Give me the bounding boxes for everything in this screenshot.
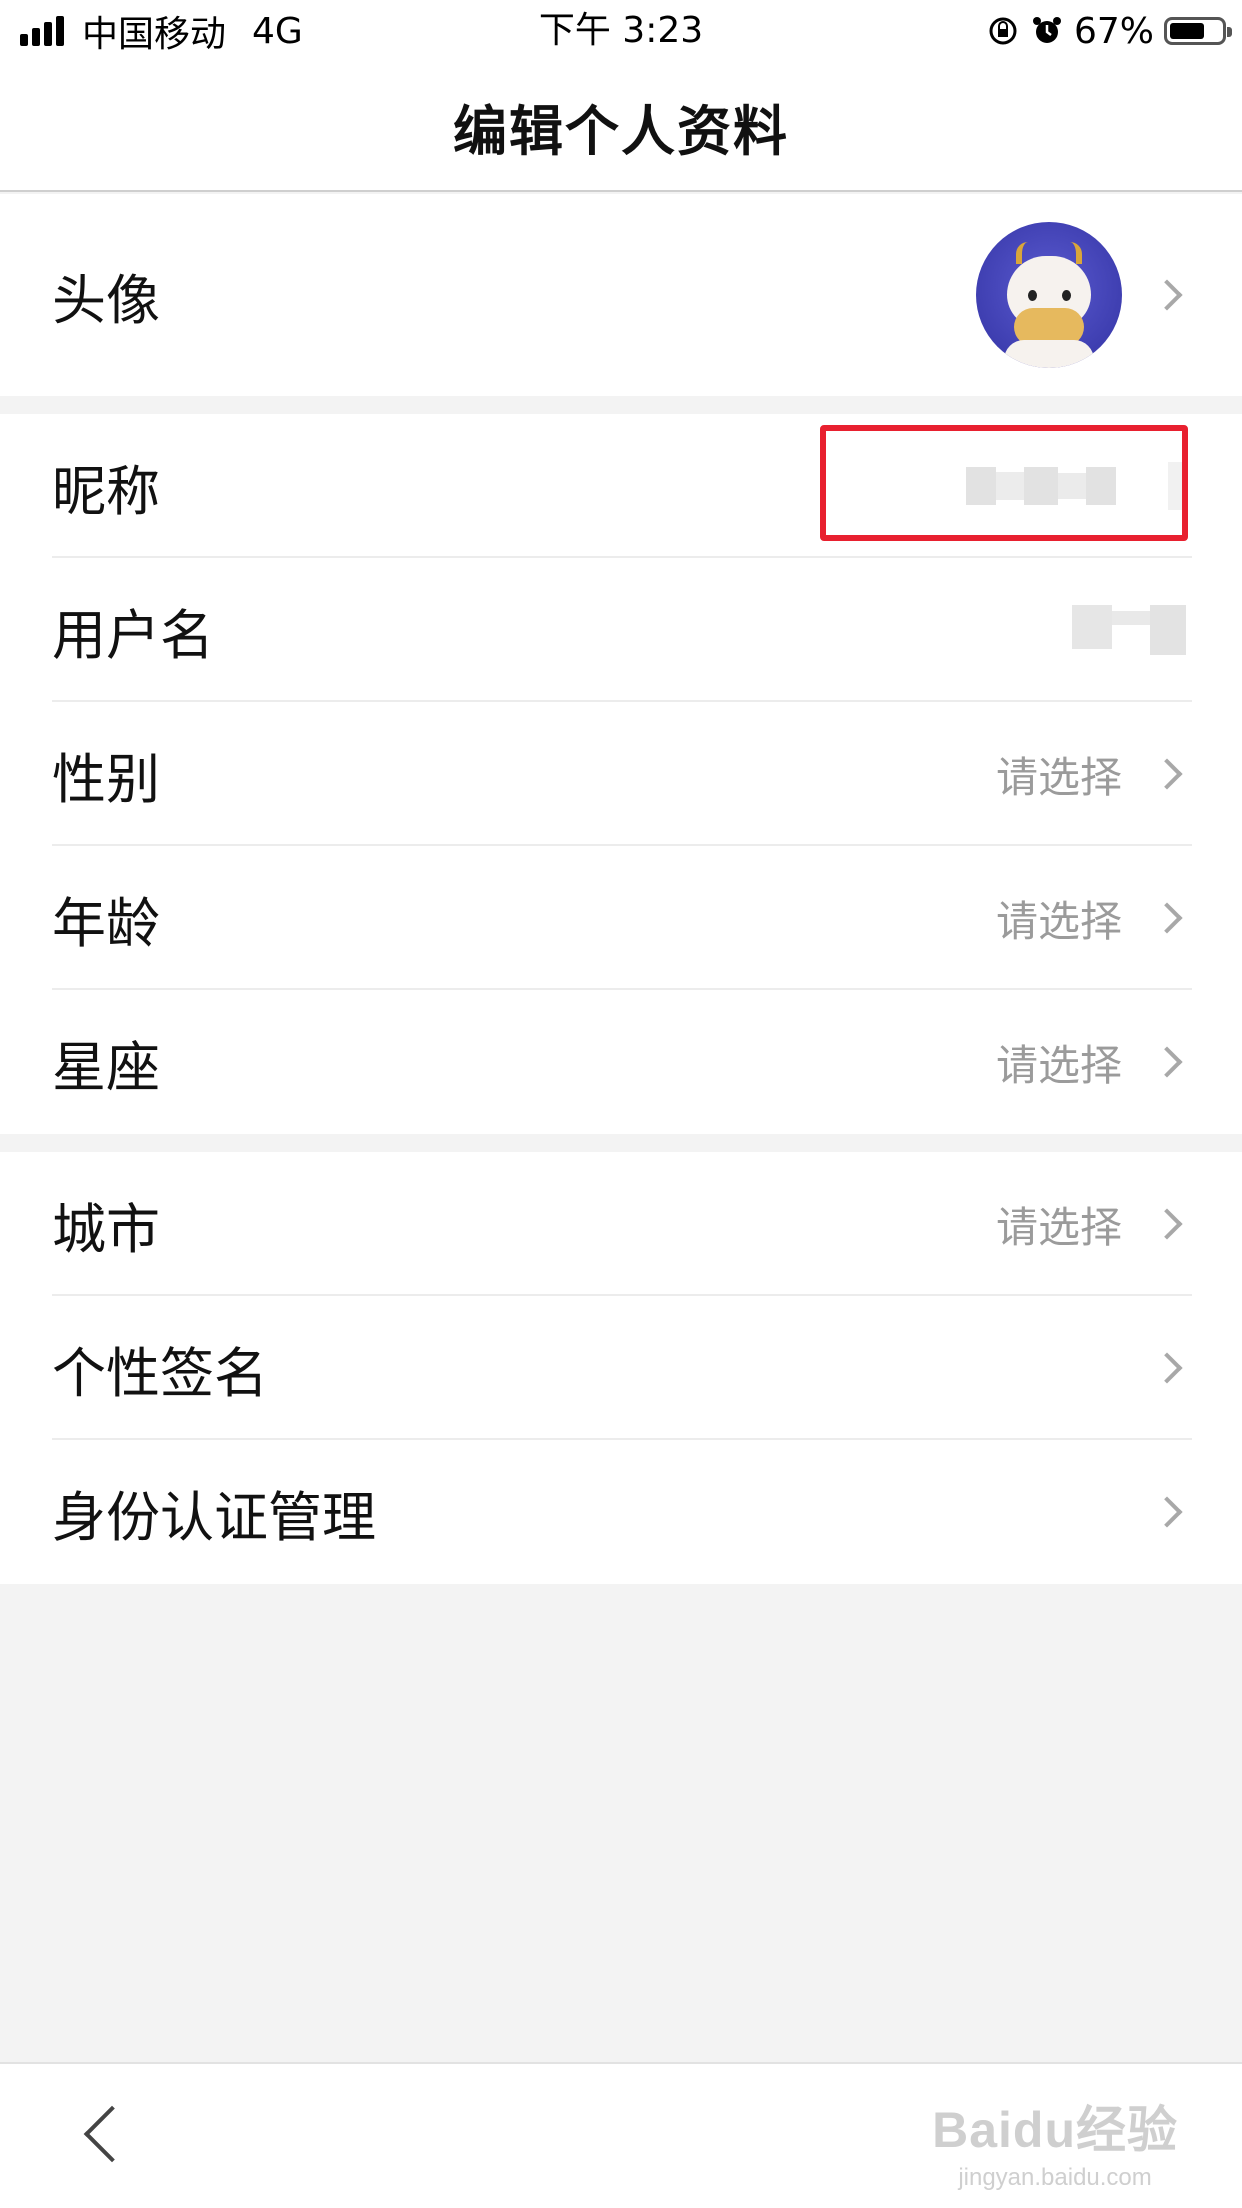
status-right: 67% bbox=[986, 10, 1232, 52]
avatar-section: 头像 bbox=[0, 194, 1242, 396]
avatar-label: 头像 bbox=[52, 268, 160, 332]
zodiac-row[interactable]: 星座 请选择 bbox=[0, 990, 1242, 1134]
chevron-right-icon bbox=[1151, 279, 1183, 311]
chevron-right-icon bbox=[1151, 758, 1183, 790]
username-value-blurred bbox=[1072, 605, 1186, 655]
username-row[interactable]: 用户名 bbox=[0, 558, 1242, 702]
chevron-right-icon bbox=[1151, 902, 1183, 934]
watermark-sub: jingyan.baidu.com bbox=[958, 2164, 1152, 2191]
watermark-main: Baidu经验 bbox=[932, 2102, 1178, 2158]
signature-row[interactable]: 个性签名 bbox=[0, 1296, 1242, 1440]
rotation-lock-icon bbox=[989, 17, 1017, 45]
city-label: 城市 bbox=[52, 1197, 160, 1261]
nickname-row[interactable]: 昵称 bbox=[0, 414, 1242, 558]
age-value: 请选择 bbox=[995, 896, 1122, 946]
watermark: Baidu经验 jingyan.baidu.com bbox=[932, 2090, 1178, 2192]
chevron-right-icon bbox=[1151, 1496, 1183, 1528]
identity-verification-label: 身份认证管理 bbox=[52, 1485, 376, 1549]
gender-label: 性别 bbox=[52, 747, 160, 811]
basic-info-section: 昵称 用户名 性别 请选择 年龄 请选择 星座 请选择 bbox=[0, 414, 1242, 1134]
bottom-toolbar: Baidu经验 jingyan.baidu.com bbox=[0, 2062, 1242, 2208]
more-info-section: 城市 请选择 个性签名 身份认证管理 bbox=[0, 1152, 1242, 1584]
signature-label: 个性签名 bbox=[52, 1341, 268, 1405]
nickname-label: 昵称 bbox=[52, 459, 160, 523]
nav-bar: 编辑个人资料 bbox=[0, 62, 1242, 192]
chevron-right-icon bbox=[1151, 1208, 1183, 1240]
back-icon[interactable] bbox=[83, 2105, 141, 2163]
status-bar: 中国移动 4G 下午 3:23 67% bbox=[0, 0, 1242, 62]
age-row[interactable]: 年龄 请选择 bbox=[0, 846, 1242, 990]
avatar[interactable] bbox=[976, 222, 1122, 368]
battery-percent: 67% bbox=[1073, 10, 1154, 52]
page-title: 编辑个人资料 bbox=[453, 99, 789, 163]
city-value: 请选择 bbox=[995, 1202, 1122, 1252]
username-label: 用户名 bbox=[52, 603, 214, 667]
identity-verification-row[interactable]: 身份认证管理 bbox=[0, 1440, 1242, 1584]
alarm-icon bbox=[1032, 17, 1061, 43]
battery-icon bbox=[1164, 17, 1232, 45]
age-label: 年龄 bbox=[52, 891, 160, 955]
gender-value: 请选择 bbox=[995, 752, 1122, 802]
chevron-right-icon bbox=[1151, 1046, 1183, 1078]
zodiac-label: 星座 bbox=[52, 1035, 160, 1099]
battery-fill bbox=[1170, 23, 1204, 39]
gender-row[interactable]: 性别 请选择 bbox=[0, 702, 1242, 846]
chevron-right-icon bbox=[1151, 1352, 1183, 1384]
avatar-row[interactable]: 头像 bbox=[0, 194, 1242, 396]
city-row[interactable]: 城市 请选择 bbox=[0, 1152, 1242, 1296]
nickname-value-blurred bbox=[966, 467, 1116, 505]
zodiac-value: 请选择 bbox=[995, 1040, 1122, 1090]
